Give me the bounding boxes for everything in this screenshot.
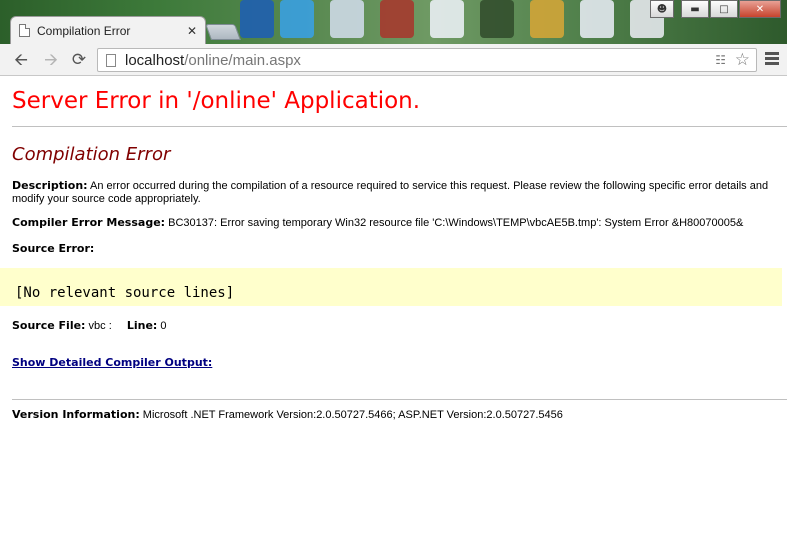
bookmark-star-icon[interactable]: ☆ [735, 50, 750, 70]
show-detailed-compiler-output-link[interactable]: Show Detailed Compiler Output: [12, 356, 212, 369]
compiler-error-message: Compiler Error Message: BC30137: Error s… [12, 216, 782, 230]
tab-compilation-error[interactable]: Compilation Error ✕ [10, 16, 206, 44]
desktop-background-decoration [580, 0, 614, 38]
source-file-value: vbc : [88, 320, 112, 332]
desktop-background-decoration [480, 0, 514, 38]
line-label: Line: [126, 319, 158, 332]
compiler-error-text: BC30137: Error saving temporary Win32 re… [168, 217, 744, 229]
desktop-background-decoration [280, 0, 314, 38]
description-label: Description: [12, 179, 88, 192]
forward-arrow-icon[interactable]: 🡪 [40, 50, 62, 70]
source-error-section: Source Error: [12, 242, 782, 256]
source-file-label: Source File: [12, 319, 86, 332]
window-titlebar: ☻ ▬ □ ✕ Compilation Error ✕ [0, 0, 787, 44]
version-information: Version Information: Microsoft .NET Fram… [12, 408, 782, 422]
description-paragraph: Description: An error occurred during th… [12, 179, 782, 206]
new-tab-button[interactable] [205, 24, 241, 40]
source-file-info: Source File: vbc : Line: 0 [12, 319, 782, 333]
version-label: Version Information: [12, 408, 140, 421]
tab-close-icon[interactable]: ✕ [187, 24, 197, 38]
browser-toolbar: 🡨 🡪 ⟳ localhost/online/main.aspx ☷ ☆ [0, 44, 787, 76]
tab-title: Compilation Error [37, 23, 131, 38]
back-arrow-icon[interactable]: 🡨 [10, 50, 32, 70]
page-content: Server Error in '/online' Application. C… [0, 76, 787, 422]
url-host: localhost [125, 51, 185, 69]
divider [12, 399, 787, 400]
description-text: An error occurred during the compilation… [12, 180, 769, 205]
browser-menu-icon[interactable] [765, 52, 779, 67]
maximize-button[interactable]: □ [710, 0, 738, 18]
page-title: Server Error in '/online' Application. [12, 88, 421, 114]
source-code-box: [No relevant source lines] [0, 268, 782, 306]
desktop-background-decoration [330, 0, 364, 38]
desktop-background-decoration [530, 0, 564, 38]
desktop-background-decoration [430, 0, 464, 38]
compiler-error-label: Compiler Error Message: [12, 216, 166, 229]
translate-icon[interactable]: ☷ [715, 53, 726, 67]
desktop-background-decoration [240, 0, 274, 38]
divider [12, 126, 787, 127]
error-subtitle: Compilation Error [12, 144, 171, 165]
line-value: 0 [160, 320, 167, 332]
window-controls: ☻ ▬ □ ✕ [649, 0, 781, 18]
address-bar[interactable]: localhost/online/main.aspx ☷ ☆ [97, 48, 757, 72]
user-profile-icon[interactable]: ☻ [650, 0, 674, 18]
page-icon [19, 24, 30, 37]
source-error-label: Source Error: [12, 242, 95, 255]
desktop-background-decoration [380, 0, 414, 38]
url-path: /online/main.aspx [184, 51, 301, 69]
page-info-icon[interactable] [106, 53, 116, 67]
window-close-button[interactable]: ✕ [739, 0, 781, 18]
reload-icon[interactable]: ⟳ [68, 50, 90, 70]
version-text: Microsoft .NET Framework Version:2.0.507… [142, 409, 563, 421]
minimize-button[interactable]: ▬ [681, 0, 709, 18]
